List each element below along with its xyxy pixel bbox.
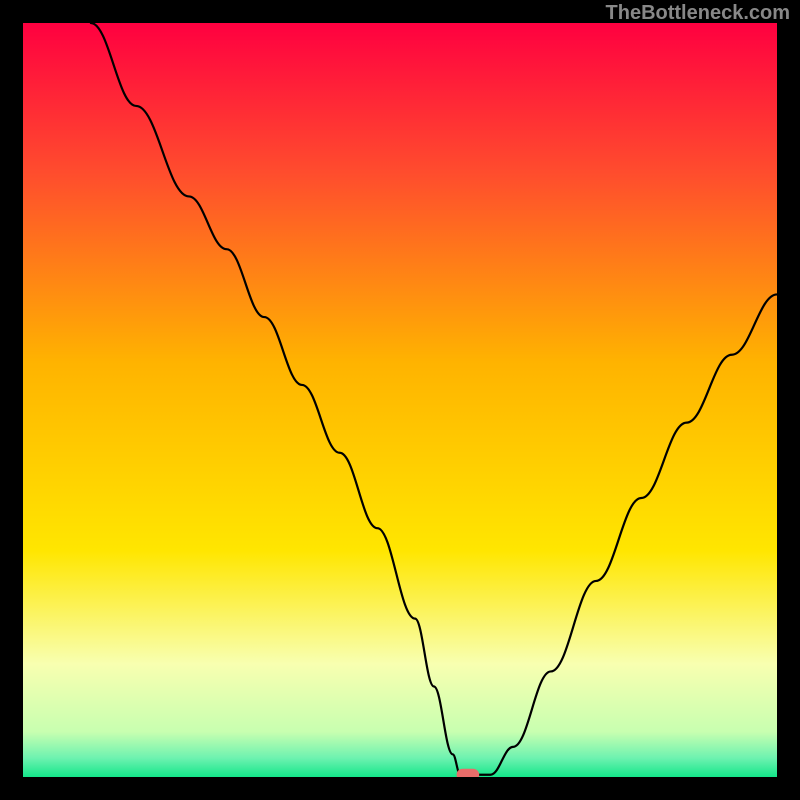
bottleneck-marker xyxy=(457,769,480,777)
watermark: TheBottleneck.com xyxy=(606,2,790,25)
bottleneck-chart xyxy=(23,23,777,777)
chart-frame: TheBottleneck.com xyxy=(0,0,800,800)
gradient-background xyxy=(23,23,777,777)
